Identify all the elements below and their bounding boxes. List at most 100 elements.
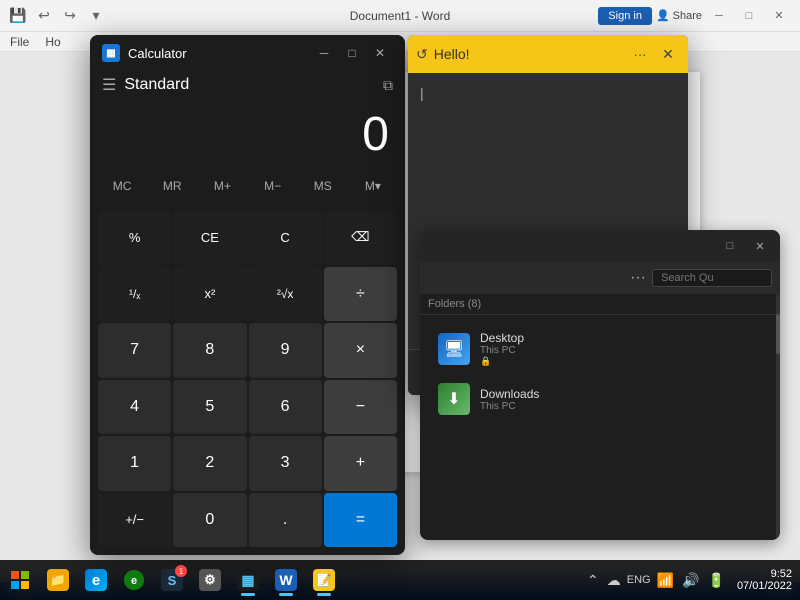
taskbar-app-explorer[interactable]: 📁	[40, 562, 76, 598]
fe-toolbar: ···	[420, 262, 780, 294]
notepad-titlebar-right: ··· ✕	[628, 42, 680, 66]
fe-titlebar: □ ✕	[420, 230, 780, 262]
keep-on-top-icon[interactable]: ⧉	[383, 77, 393, 94]
calculator-taskbar-icon: ▦	[237, 569, 259, 591]
fe-maximize-button[interactable]: □	[718, 236, 742, 256]
fe-downloads-icon: ⬇	[438, 383, 470, 415]
calc-memory-row: MC MR M+ M− MS M▾	[90, 166, 405, 206]
fe-close-button[interactable]: ✕	[748, 236, 772, 256]
calc-restore-button[interactable]: □	[339, 41, 365, 65]
notepad-close-button[interactable]: ✕	[656, 42, 680, 66]
calc-close-button[interactable]: ✕	[367, 41, 393, 65]
fe-breadcrumb: Folders (8)	[420, 294, 780, 315]
calc-mminus-button[interactable]: M−	[249, 170, 297, 202]
calc-7-button[interactable]: 7	[98, 323, 171, 378]
calc-ce-button[interactable]: CE	[173, 210, 246, 265]
fe-desktop-icon: 🖥	[438, 333, 470, 365]
taskbar-app-notepad[interactable]: 📝	[306, 562, 342, 598]
notepad-titlebar-left: ↺ Hello!	[416, 46, 554, 63]
edge-chromium-icon: e	[123, 569, 145, 591]
start-button[interactable]	[4, 564, 36, 596]
calc-plus-button[interactable]: +	[324, 436, 397, 491]
fe-search-input[interactable]	[652, 269, 772, 287]
battery-icon[interactable]: 🔋	[706, 570, 727, 591]
lang-indicator[interactable]: ENG	[627, 574, 651, 586]
notepad-title-input[interactable]: Hello!	[434, 46, 554, 62]
calc-4-button[interactable]: 4	[98, 380, 171, 435]
calc-mv-button[interactable]: M▾	[349, 170, 397, 202]
undo-icon[interactable]: ↩	[34, 6, 54, 26]
calc-title: Calculator	[128, 46, 187, 61]
calc-mode-title: Standard	[124, 76, 375, 94]
word-titlebar: 💾 ↩ ↪ ▾ Document1 - Word Sign in 👤 Share…	[0, 0, 800, 32]
calc-divide-button[interactable]: ÷	[324, 267, 397, 322]
taskbar: 📁 e e S 1 ⚙ ▦ W 📝	[0, 560, 800, 600]
taskbar-app-settings[interactable]: ⚙	[192, 562, 228, 598]
calc-c-button[interactable]: C	[249, 210, 322, 265]
fe-content-area: 🖥 Desktop This PC 🔒 ⬇ Downloads This PC	[420, 315, 780, 431]
fe-item-text-downloads: Downloads This PC	[480, 387, 762, 412]
calc-app-icon: ▦	[102, 44, 120, 62]
fe-item-sub-downloads: This PC	[480, 401, 762, 412]
calc-sqrt-button[interactable]: ²√x	[249, 267, 322, 322]
notepad-titlebar: ↺ Hello! ··· ✕	[408, 35, 688, 73]
word-minimize-button[interactable]: ─	[706, 6, 732, 26]
notepad-history-icon[interactable]: ↺	[416, 46, 428, 63]
calc-8-button[interactable]: 8	[173, 323, 246, 378]
fe-more-button[interactable]: ···	[624, 267, 652, 289]
ribbon-home[interactable]: Ho	[45, 35, 60, 49]
calc-mr-button[interactable]: MR	[148, 170, 196, 202]
redo-icon[interactable]: ↪	[60, 6, 80, 26]
save-icon[interactable]: 💾	[8, 6, 28, 26]
taskbar-app-calculator[interactable]: ▦	[230, 562, 266, 598]
word-titlebar-left: 💾 ↩ ↪ ▾	[0, 6, 114, 26]
taskbar-app-steam[interactable]: S 1	[154, 562, 190, 598]
clock-time: 9:52	[737, 568, 792, 580]
calc-0-button[interactable]: 0	[173, 493, 246, 548]
word-maximize-button[interactable]: □	[736, 6, 762, 26]
calc-mc-button[interactable]: MC	[98, 170, 146, 202]
calc-menu-icon[interactable]: ☰	[102, 75, 116, 95]
taskbar-app-edge-chromium[interactable]: e	[116, 562, 152, 598]
word-close-button[interactable]: ✕	[766, 6, 792, 26]
fe-item-name-downloads: Downloads	[480, 387, 762, 401]
calculator-window: ▦ Calculator ─ □ ✕ ☰ Standard ⧉ 0 MC MR …	[90, 35, 405, 555]
calc-multiply-button[interactable]: ×	[324, 323, 397, 378]
calc-reciprocal-button[interactable]: ¹/ₓ	[98, 267, 171, 322]
calc-square-button[interactable]: x²	[173, 267, 246, 322]
tray-expand-icon[interactable]: ⌃	[585, 570, 601, 591]
calc-ms-button[interactable]: MS	[299, 170, 347, 202]
ribbon-file[interactable]: File	[10, 35, 29, 49]
taskbar-app-edge[interactable]: e	[78, 562, 114, 598]
calc-negate-button[interactable]: +/−	[98, 493, 171, 548]
calc-5-button[interactable]: 5	[173, 380, 246, 435]
calc-equals-button[interactable]: =	[324, 493, 397, 548]
calc-2-button[interactable]: 2	[173, 436, 246, 491]
calc-3-button[interactable]: 3	[249, 436, 322, 491]
settings-icon: ⚙	[199, 569, 221, 591]
fe-item-downloads[interactable]: ⬇ Downloads This PC	[428, 375, 772, 423]
customize-icon[interactable]: ▾	[86, 6, 106, 26]
fe-item-desktop[interactable]: 🖥 Desktop This PC 🔒	[428, 323, 772, 375]
calc-percent-button[interactable]: %	[98, 210, 171, 265]
calc-minimize-button[interactable]: ─	[311, 41, 337, 65]
taskbar-app-word[interactable]: W	[268, 562, 304, 598]
volume-icon[interactable]: 🔊	[680, 570, 701, 591]
sign-in-button[interactable]: Sign in	[598, 7, 652, 25]
calc-minus-button[interactable]: −	[324, 380, 397, 435]
share-button[interactable]: 👤 Share	[656, 9, 702, 22]
calc-6-button[interactable]: 6	[249, 380, 322, 435]
calc-mplus-button[interactable]: M+	[198, 170, 246, 202]
fe-scrollbar[interactable]	[776, 294, 780, 540]
onedrive-icon[interactable]: ☁	[605, 570, 623, 591]
calc-decimal-button[interactable]: .	[249, 493, 322, 548]
calc-9-button[interactable]: 9	[249, 323, 322, 378]
taskbar-clock[interactable]: 9:52 07/01/2022	[733, 566, 796, 594]
taskbar-apps: 📁 e e S 1 ⚙ ▦ W 📝	[36, 562, 346, 598]
calc-1-button[interactable]: 1	[98, 436, 171, 491]
fe-item-name-desktop: Desktop	[480, 331, 762, 345]
wifi-icon[interactable]: 📶	[655, 570, 676, 591]
fe-item-sub-desktop: This PC	[480, 345, 762, 356]
notepad-more-button[interactable]: ···	[628, 42, 652, 66]
calc-backspace-button[interactable]: ⌫	[324, 210, 397, 265]
